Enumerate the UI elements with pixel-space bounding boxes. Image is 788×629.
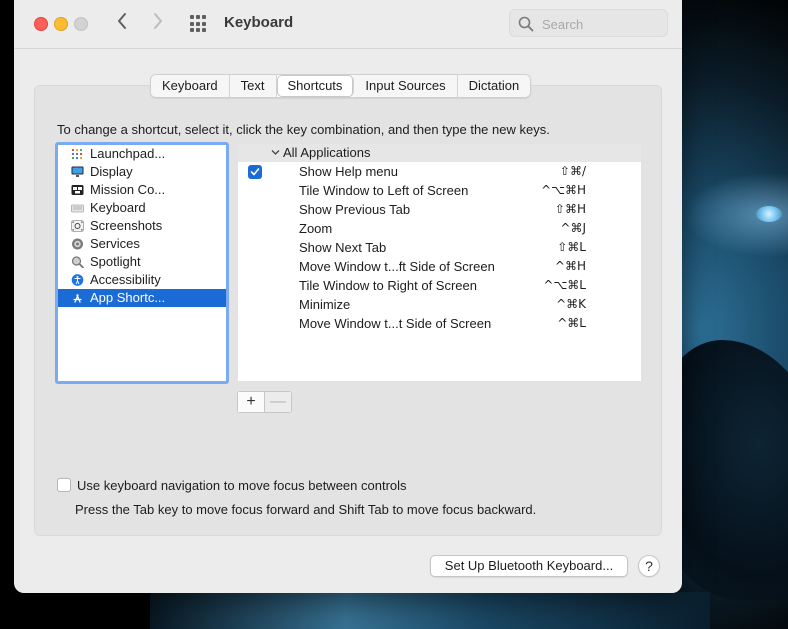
- close-window-button[interactable]: [34, 17, 48, 31]
- category-item-launchpad[interactable]: Launchpad...: [58, 145, 226, 163]
- accessibility-icon: [71, 274, 84, 286]
- shortcut-name: Minimize: [299, 297, 351, 312]
- shortcut-keys[interactable]: ⇧⌘L: [557, 240, 586, 254]
- keyboard-icon: [71, 204, 84, 213]
- shortcut-keys[interactable]: ^⌥⌘L: [543, 278, 586, 292]
- shortcut-keys[interactable]: ^⌘L: [557, 316, 586, 330]
- shortcut-row[interactable]: Show Previous Tab ⇧⌘H: [238, 201, 641, 220]
- shortcut-row[interactable]: Move Window t...t Side of Screen ^⌘L: [238, 315, 641, 334]
- show-all-grid-icon[interactable]: [190, 15, 208, 33]
- zoom-window-button[interactable]: [74, 17, 88, 31]
- tab-input-sources[interactable]: Input Sources: [354, 75, 458, 97]
- mission-control-icon: [71, 185, 84, 195]
- launchpad-icon: [72, 149, 82, 159]
- category-label: Screenshots: [90, 218, 163, 233]
- shortcut-name: Tile Window to Left of Screen: [299, 183, 469, 198]
- tab-text[interactable]: Text: [229, 75, 277, 97]
- shortcut-name: Move Window t...ft Side of Screen: [299, 259, 495, 274]
- spotlight-icon: [71, 256, 84, 268]
- category-item-keyboard[interactable]: Keyboard: [58, 199, 226, 217]
- category-item-app-shortcuts[interactable]: App Shortc...: [58, 289, 226, 307]
- add-remove-control: + —: [237, 391, 292, 413]
- display-icon: [71, 166, 84, 177]
- keyboard-navigation-help-text: Press the Tab key to move focus forward …: [75, 502, 537, 517]
- category-label: Services: [90, 236, 140, 251]
- back-button[interactable]: [112, 12, 132, 34]
- enable-checkbox[interactable]: [248, 165, 262, 179]
- category-label: App Shortc...: [90, 290, 166, 305]
- shortcut-row[interactable]: Tile Window to Right of Screen ^⌥⌘L: [238, 277, 641, 296]
- tab-dictation[interactable]: Dictation: [457, 75, 531, 97]
- set-up-bluetooth-keyboard-button[interactable]: Set Up Bluetooth Keyboard...: [430, 555, 628, 577]
- remove-shortcut-button[interactable]: —: [265, 392, 291, 412]
- wallpaper-bottom: [150, 592, 710, 629]
- shortcut-keys[interactable]: ⇧⌘/: [560, 164, 586, 178]
- search-input[interactable]: [540, 14, 664, 34]
- wallpaper-glow: [756, 206, 782, 222]
- shortcut-keys[interactable]: ^⌥⌘H: [541, 183, 586, 197]
- category-label: Launchpad...: [90, 146, 166, 161]
- tab-keyboard[interactable]: Keyboard: [151, 75, 230, 97]
- shortcut-keys[interactable]: ⇧⌘H: [555, 202, 586, 216]
- tab-bar: Keyboard Text Shortcuts Input Sources Di…: [150, 74, 532, 98]
- chevron-right-icon: [154, 13, 162, 29]
- category-item-services[interactable]: Services: [58, 235, 226, 253]
- keyboard-navigation-checkbox[interactable]: [57, 478, 71, 492]
- search-field[interactable]: [509, 9, 668, 37]
- category-label: Display: [90, 164, 133, 179]
- group-header-all-applications[interactable]: All Applications: [238, 144, 641, 162]
- app-store-icon: [73, 294, 82, 303]
- category-label: Spotlight: [90, 254, 141, 269]
- shortcut-name: Show Previous Tab: [299, 202, 411, 217]
- add-shortcut-button[interactable]: +: [238, 392, 265, 412]
- keyboard-navigation-label[interactable]: Use keyboard navigation to move focus be…: [77, 478, 407, 493]
- shortcut-keys[interactable]: ^⌘J: [560, 221, 586, 235]
- shortcut-row[interactable]: Zoom ^⌘J: [238, 220, 641, 239]
- chevron-down-icon[interactable]: [271, 148, 280, 157]
- group-label: All Applications: [283, 145, 371, 160]
- category-item-screenshots[interactable]: Screenshots: [58, 217, 226, 235]
- screenshots-icon: [71, 220, 84, 232]
- checkmark-icon: [250, 168, 260, 176]
- category-label: Keyboard: [90, 200, 146, 215]
- category-item-display[interactable]: Display: [58, 163, 226, 181]
- shortcut-keys[interactable]: ^⌘H: [555, 259, 586, 273]
- category-item-mission-control[interactable]: Mission Co...: [58, 181, 226, 199]
- shortcut-name: Show Help menu: [299, 164, 398, 179]
- category-item-spotlight[interactable]: Spotlight: [58, 253, 226, 271]
- window-title: Keyboard: [224, 14, 294, 31]
- category-label: Accessibility: [90, 272, 161, 287]
- shortcut-row[interactable]: Move Window t...ft Side of Screen ^⌘H: [238, 258, 641, 277]
- shortcuts-table[interactable]: All Applications Show Help menu ⇧⌘/ Tile…: [238, 144, 641, 381]
- shortcut-name: Zoom: [299, 221, 333, 236]
- shortcut-row[interactable]: Show Help menu ⇧⌘/: [238, 163, 641, 182]
- keyboard-preferences-window: Keyboard Keyboard Text Shortcuts Input S…: [14, 0, 682, 593]
- shortcut-row[interactable]: Tile Window to Left of Screen ^⌥⌘H: [238, 182, 641, 201]
- chevron-left-icon: [118, 13, 126, 29]
- instruction-text: To change a shortcut, select it, click t…: [57, 122, 550, 137]
- shortcut-category-list[interactable]: Launchpad... Display Mission Co... Keybo…: [55, 142, 229, 384]
- forward-button[interactable]: [148, 12, 168, 34]
- shortcut-name: Tile Window to Right of Screen: [299, 278, 477, 293]
- category-label: Mission Co...: [90, 182, 166, 197]
- shortcut-name: Move Window t...t Side of Screen: [299, 316, 492, 331]
- minimize-window-button[interactable]: [54, 17, 68, 31]
- search-icon: [518, 16, 534, 32]
- services-gear-icon: [72, 238, 83, 250]
- help-button[interactable]: ?: [638, 555, 660, 577]
- shortcut-name: Show Next Tab: [299, 240, 387, 255]
- tab-shortcuts[interactable]: Shortcuts: [276, 75, 355, 97]
- category-item-accessibility[interactable]: Accessibility: [58, 271, 226, 289]
- shortcut-row[interactable]: Show Next Tab ⇧⌘L: [238, 239, 641, 258]
- shortcut-row[interactable]: Minimize ^⌘K: [238, 296, 641, 315]
- title-bar: Keyboard: [14, 0, 682, 49]
- shortcut-keys[interactable]: ^⌘K: [556, 297, 586, 311]
